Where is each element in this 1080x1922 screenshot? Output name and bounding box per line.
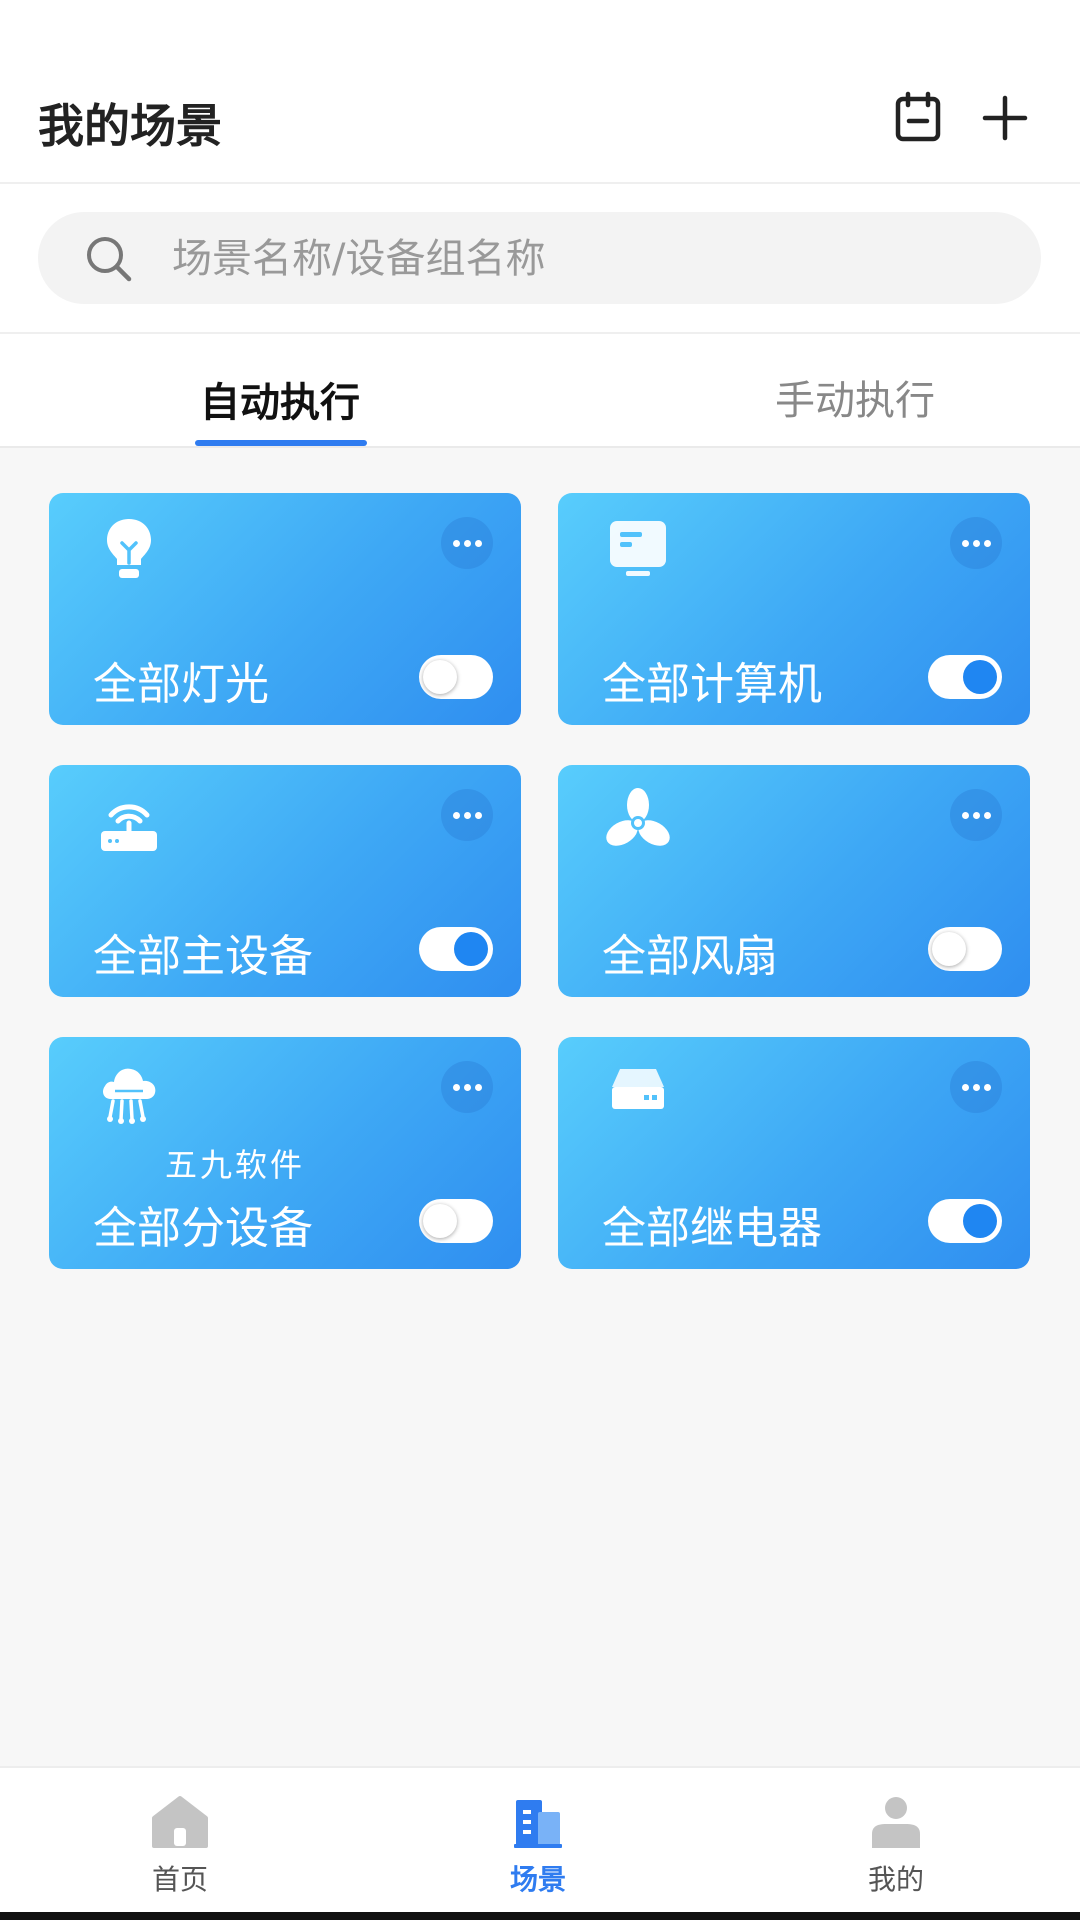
card-label: 全部风扇 (602, 931, 778, 982)
lightbulb-icon (97, 513, 161, 585)
nav-mine-label: 我的 (867, 1863, 924, 1896)
scene-card-main-devices[interactable]: 全部主设备 (49, 765, 521, 997)
scene-card-lights[interactable]: 全部灯光 (49, 493, 521, 725)
card-label: 全部计算机 (602, 659, 822, 710)
calendar-icon[interactable] (888, 88, 948, 148)
router-icon (97, 785, 161, 857)
header: 我的场景 (0, 0, 1080, 184)
building-icon (514, 1800, 562, 1848)
nav-home-label: 首页 (151, 1863, 208, 1896)
cloud-device-icon (97, 1057, 161, 1129)
active-tab-indicator (195, 440, 367, 446)
nav-home[interactable]: 首页 (110, 1794, 250, 1914)
search-bar[interactable] (38, 212, 1041, 306)
card-more-button[interactable] (441, 1061, 493, 1113)
scene-card-fans[interactable]: 全部风扇 (558, 765, 1030, 997)
scene-list: 全部灯光 全部计算机 全部主设备 全部风扇 全部分设备 全部继电器 (0, 448, 1080, 1766)
scene-toggle[interactable] (928, 655, 1002, 699)
search-icon (87, 237, 132, 282)
scene-card-computers[interactable]: 全部计算机 (558, 493, 1030, 725)
card-label: 全部分设备 (93, 1203, 313, 1254)
scene-toggle[interactable] (419, 927, 493, 971)
scene-card-relays[interactable]: 全部继电器 (558, 1037, 1030, 1269)
tab-bar: 自动执行 手动执行 (0, 334, 1080, 448)
watermark-text: 五九软件 (165, 1146, 306, 1184)
scene-toggle[interactable] (928, 1199, 1002, 1243)
nav-mine[interactable]: 我的 (826, 1794, 966, 1914)
search-input[interactable] (170, 212, 1014, 306)
card-more-button[interactable] (441, 789, 493, 841)
app-screen: 我的场景 自动执行 手动执行 (0, 0, 1080, 1922)
tab-auto-execute[interactable]: 自动执行 (200, 370, 360, 428)
tab-manual-execute[interactable]: 手动执行 (775, 368, 935, 426)
card-more-button[interactable] (441, 517, 493, 569)
page-title: 我的场景 (38, 99, 222, 153)
card-more-button[interactable] (950, 789, 1002, 841)
nav-scene-label: 场景 (509, 1863, 566, 1896)
card-more-button[interactable] (950, 1061, 1002, 1113)
scene-toggle[interactable] (419, 1199, 493, 1243)
card-label: 全部灯光 (93, 659, 269, 710)
relay-icon (606, 1057, 670, 1129)
fan-icon (606, 785, 670, 857)
card-label: 全部主设备 (93, 931, 313, 982)
search-area (0, 184, 1080, 334)
bottom-nav: 首页 场景 我的 (0, 1766, 1080, 1922)
nav-scene[interactable]: 场景 (468, 1794, 608, 1914)
card-more-button[interactable] (950, 517, 1002, 569)
monitor-icon (606, 513, 670, 585)
system-bar-edge (0, 1912, 1080, 1920)
add-icon[interactable] (975, 88, 1035, 148)
user-icon (872, 1797, 920, 1848)
scene-toggle[interactable] (419, 655, 493, 699)
card-label: 全部继电器 (602, 1203, 822, 1254)
scene-toggle[interactable] (928, 927, 1002, 971)
home-icon (152, 1796, 208, 1848)
